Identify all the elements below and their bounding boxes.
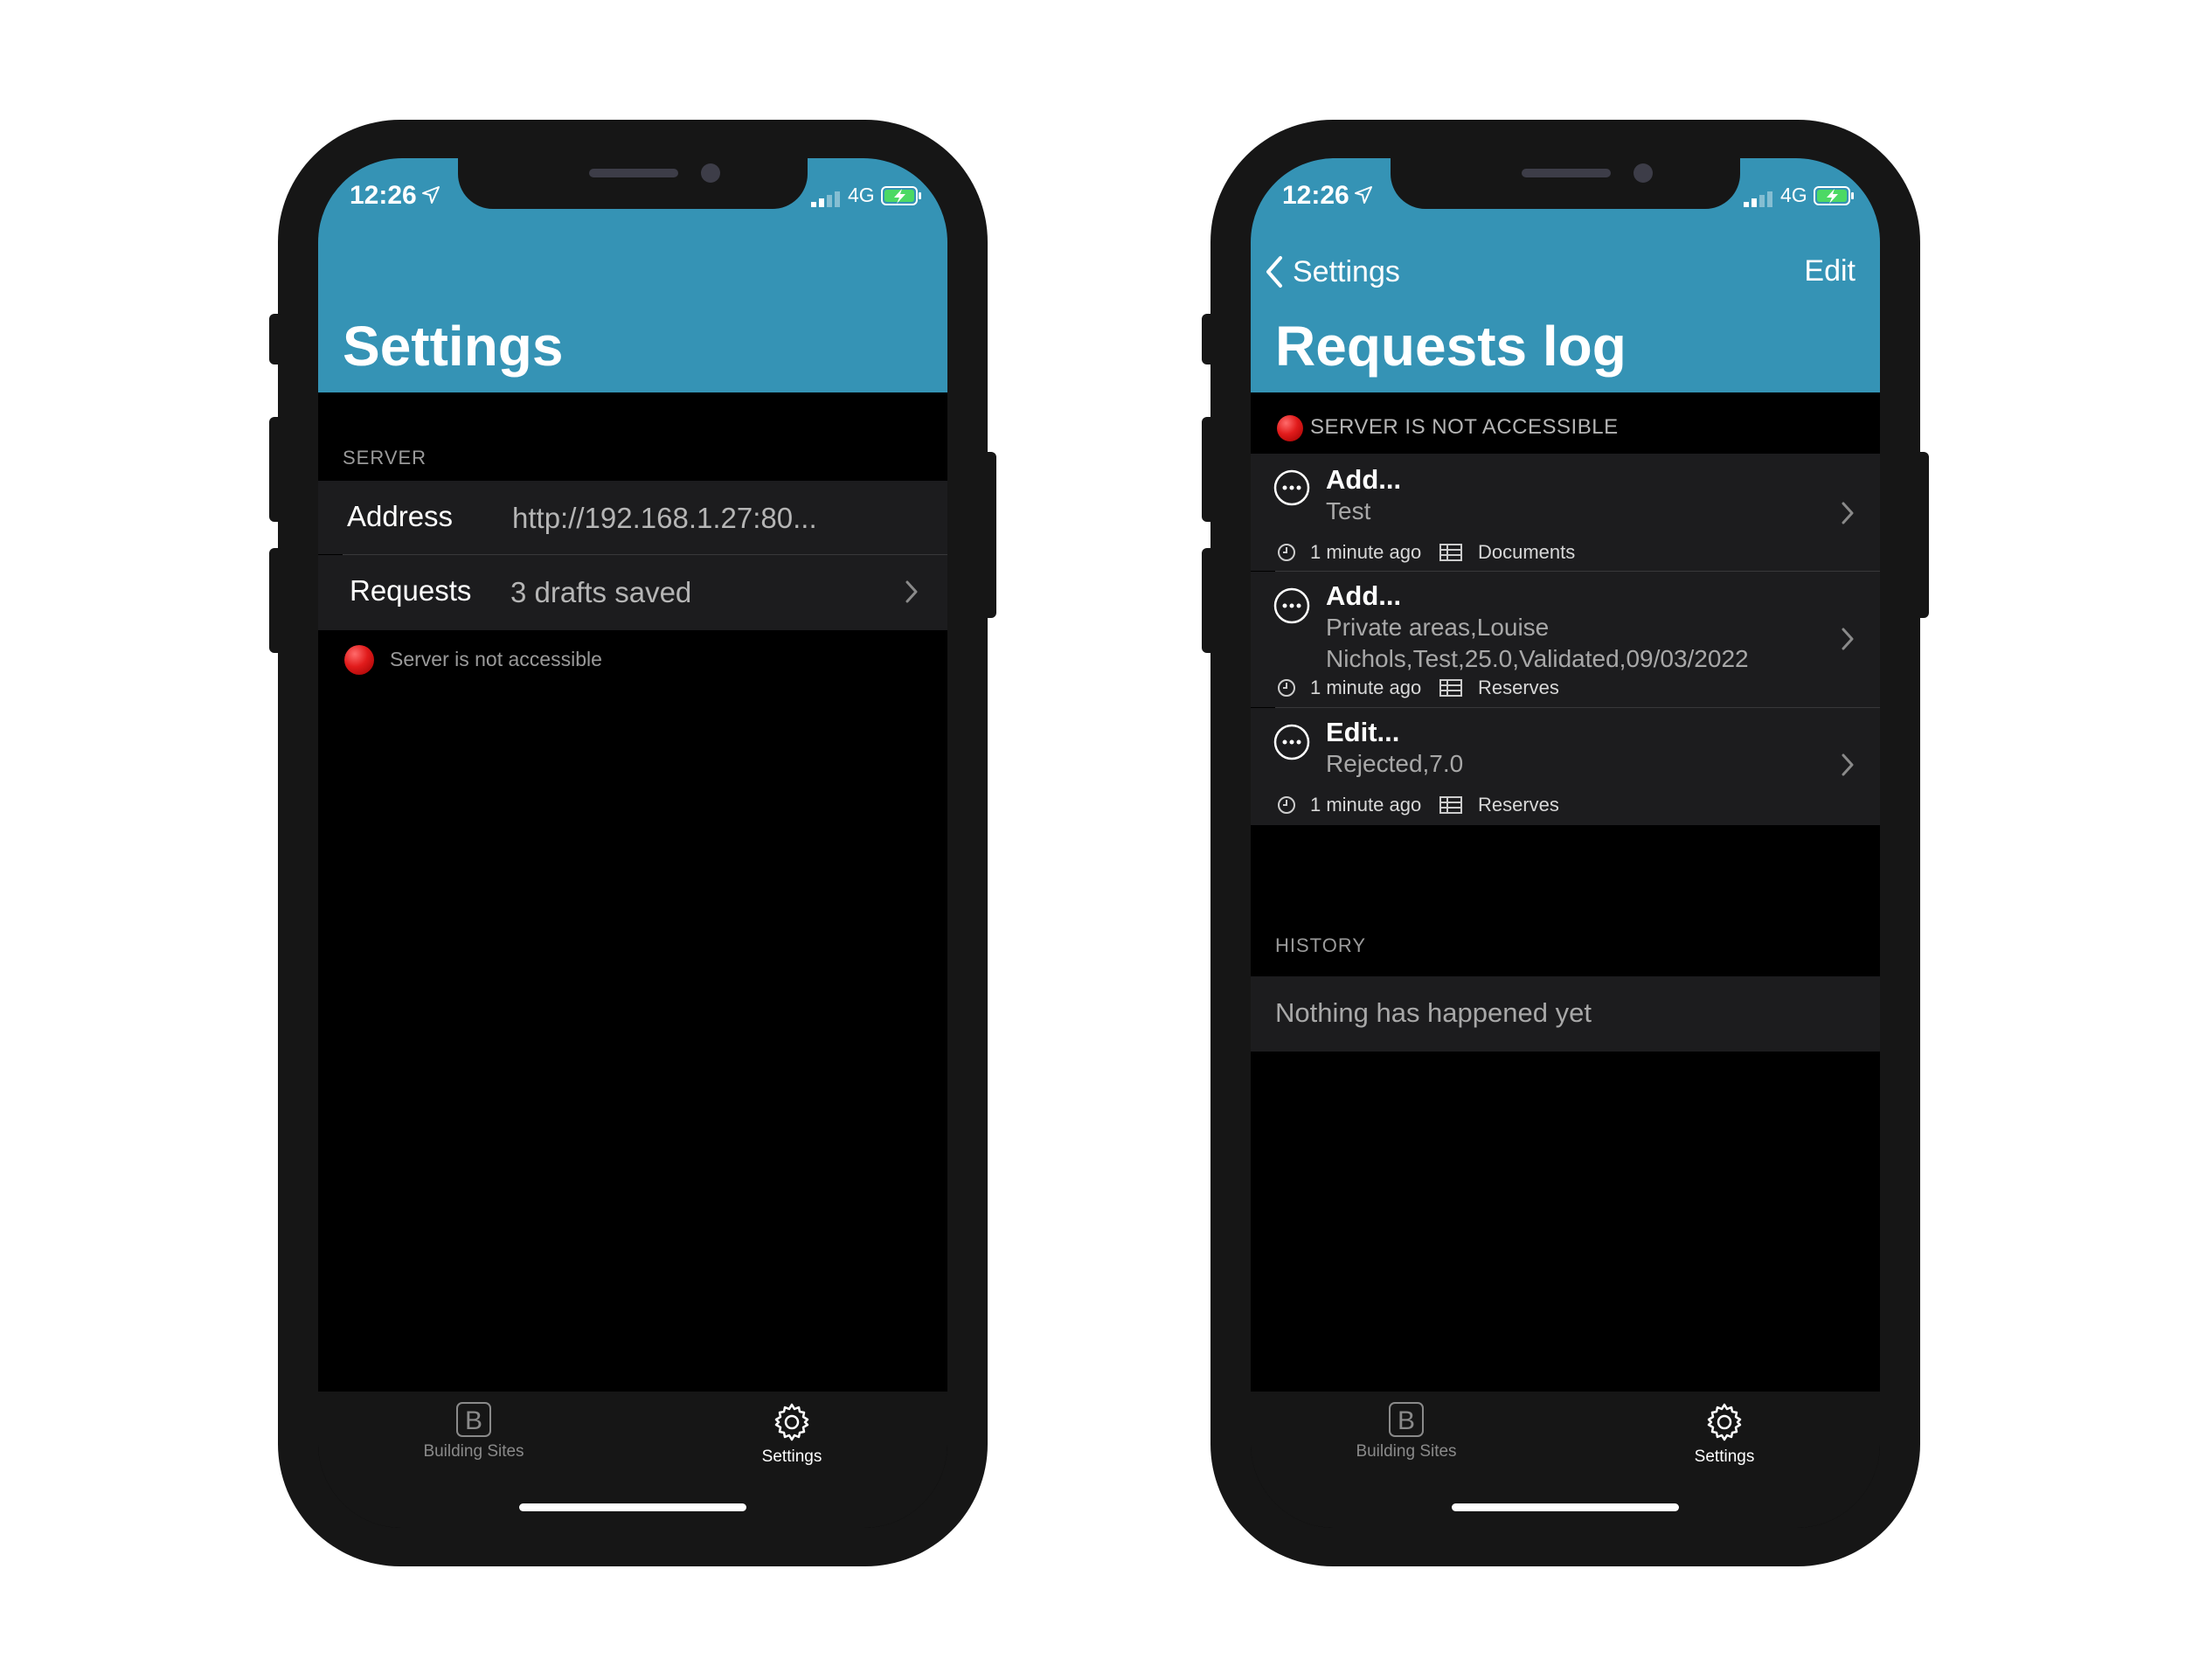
chevron-right-icon bbox=[905, 580, 918, 603]
request-detail: Rejected,7.0 bbox=[1326, 750, 1464, 777]
tab-building-sites[interactable]: B Building Sites bbox=[378, 1402, 570, 1461]
address-row[interactable]: Address http://192.168.1.27:80... bbox=[318, 481, 947, 554]
tab-label: Settings bbox=[761, 1447, 822, 1466]
location-arrow-icon bbox=[422, 186, 440, 204]
home-indicator[interactable] bbox=[519, 1503, 746, 1511]
speaker bbox=[589, 169, 678, 177]
address-label: Address bbox=[347, 500, 454, 532]
notch bbox=[1391, 158, 1740, 209]
requests-value: 3 drafts saved bbox=[510, 576, 692, 608]
request-table: Reserves bbox=[1478, 677, 1559, 698]
history-empty-row: Nothing has happened yet bbox=[1251, 976, 1880, 1052]
chevron-right-icon bbox=[1842, 628, 1854, 650]
front-camera bbox=[1634, 163, 1653, 183]
request-detail: Nichols,Test,25.0,Validated,09/03/2022 bbox=[1326, 645, 1749, 672]
signal-bars-icon bbox=[1744, 191, 1772, 207]
request-row[interactable]: Add... Test 1 minute ago Documents bbox=[1251, 454, 1880, 571]
clock-icon bbox=[1278, 679, 1295, 697]
request-time: 1 minute ago bbox=[1310, 541, 1422, 563]
battery-charging-icon bbox=[1814, 186, 1854, 205]
back-button-label: Settings bbox=[1293, 254, 1400, 288]
front-camera bbox=[701, 163, 720, 183]
server-status-red-dot-icon bbox=[1277, 415, 1303, 441]
tab-settings[interactable]: Settings bbox=[1628, 1402, 1821, 1467]
tab-label: Settings bbox=[1694, 1447, 1755, 1466]
request-table: Documents bbox=[1478, 541, 1576, 563]
network-type: 4G bbox=[848, 184, 875, 206]
chevron-left-icon bbox=[1266, 256, 1282, 288]
side-button bbox=[1915, 452, 1929, 618]
request-row[interactable]: Edit... Rejected,7.0 1 minute ago Reserv… bbox=[1251, 708, 1880, 825]
status-time: 12:26 bbox=[1282, 181, 1349, 210]
building-sites-b-icon: B bbox=[1389, 1402, 1424, 1437]
gear-icon bbox=[774, 1403, 809, 1441]
request-time: 1 minute ago bbox=[1310, 677, 1422, 698]
chevron-right-icon bbox=[1842, 502, 1854, 524]
silent-switch bbox=[269, 314, 283, 364]
tab-label: Building Sites bbox=[423, 1442, 524, 1461]
status-time: 12:26 bbox=[350, 181, 417, 210]
gear-icon bbox=[1707, 1403, 1742, 1441]
address-value[interactable]: http://192.168.1.27:80... bbox=[512, 502, 817, 535]
clock-icon bbox=[1278, 544, 1295, 561]
back-button[interactable]: Settings bbox=[1265, 253, 1400, 291]
pending-ellipsis-icon bbox=[1273, 724, 1310, 760]
request-title: Add... bbox=[1326, 464, 1402, 495]
request-title: Edit... bbox=[1326, 717, 1400, 747]
tab-label: Building Sites bbox=[1356, 1442, 1457, 1461]
server-status-red-dot-icon bbox=[344, 645, 374, 675]
navigation-header: 12:26 4G Settings Edit Requests log bbox=[1251, 158, 1880, 392]
tab-settings[interactable]: Settings bbox=[696, 1402, 888, 1467]
tab-building-sites[interactable]: B Building Sites bbox=[1310, 1402, 1502, 1461]
pending-ellipsis-icon bbox=[1273, 469, 1310, 506]
volume-up-button bbox=[269, 417, 283, 522]
volume-down-button bbox=[1202, 548, 1216, 653]
home-indicator[interactable] bbox=[1452, 1503, 1679, 1511]
history-empty-text: Nothing has happened yet bbox=[1275, 997, 1592, 1028]
chevron-right-icon bbox=[1842, 753, 1854, 776]
table-icon bbox=[1439, 679, 1462, 697]
notch bbox=[458, 158, 808, 209]
request-title: Add... bbox=[1326, 580, 1402, 611]
requests-row[interactable]: Requests 3 drafts saved bbox=[318, 555, 947, 630]
table-icon bbox=[1439, 544, 1462, 561]
edit-button[interactable]: Edit bbox=[1804, 254, 1856, 288]
page-title: Requests log bbox=[1275, 315, 1627, 378]
request-row[interactable]: Add... Private areas,Louise Nichols,Test… bbox=[1251, 572, 1880, 707]
request-detail: Test bbox=[1326, 497, 1371, 524]
pending-ellipsis-icon bbox=[1273, 587, 1310, 624]
server-status-text: Server is not accessible bbox=[390, 648, 602, 670]
navigation-header: 12:26 4G Settings bbox=[318, 158, 947, 392]
volume-up-button bbox=[1202, 417, 1216, 522]
history-section-header: HISTORY bbox=[1275, 934, 1366, 956]
phone-settings: 12:26 4G Settings SERVER Address http://… bbox=[269, 120, 996, 1566]
request-detail: Private areas,Louise bbox=[1326, 614, 1550, 641]
request-time: 1 minute ago bbox=[1310, 794, 1422, 816]
location-arrow-icon bbox=[1355, 186, 1372, 204]
request-table: Reserves bbox=[1478, 794, 1559, 816]
settings-screen: 12:26 4G Settings SERVER Address http://… bbox=[318, 158, 947, 1528]
side-button bbox=[982, 452, 996, 618]
server-status-banner: SERVER IS NOT ACCESSIBLE bbox=[1310, 415, 1619, 439]
clock-icon bbox=[1278, 796, 1295, 814]
building-sites-b-icon: B bbox=[456, 1402, 491, 1437]
table-icon bbox=[1439, 796, 1462, 814]
requests-log-screen: 12:26 4G Settings Edit Requests log SERV… bbox=[1251, 158, 1880, 1528]
requests-label: Requests bbox=[350, 574, 472, 607]
speaker bbox=[1522, 169, 1611, 177]
battery-charging-icon bbox=[881, 186, 921, 205]
page-title: Settings bbox=[343, 315, 564, 378]
network-type: 4G bbox=[1780, 184, 1807, 206]
server-section-header: SERVER bbox=[343, 447, 427, 469]
phone-requests-log: 12:26 4G Settings Edit Requests log SERV… bbox=[1202, 120, 1929, 1566]
volume-down-button bbox=[269, 548, 283, 653]
signal-bars-icon bbox=[811, 191, 840, 207]
silent-switch bbox=[1202, 314, 1216, 364]
